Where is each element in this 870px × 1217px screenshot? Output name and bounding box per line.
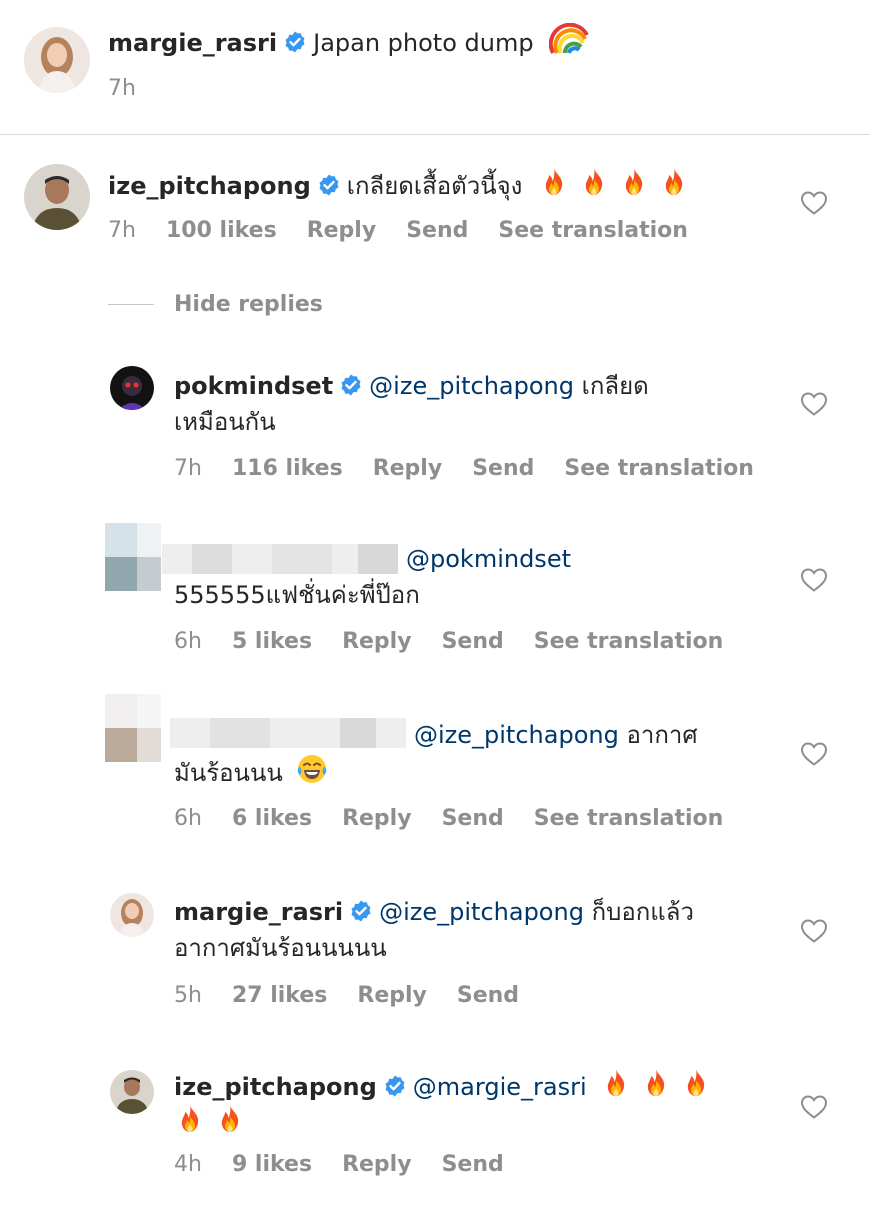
reply-text: margie_rasri @ize_pitchapong ก็บอกแล้ว bbox=[174, 894, 694, 930]
hide-replies-button[interactable]: Hide replies bbox=[174, 290, 323, 320]
reply-button[interactable]: Reply bbox=[342, 627, 412, 657]
likes-count[interactable]: 9 likes bbox=[232, 1150, 312, 1180]
reply-body: อากาศ bbox=[626, 721, 698, 749]
fire-emoji-icon bbox=[618, 166, 650, 198]
fire-emoji-icon bbox=[680, 1067, 712, 1099]
blurred-avatar bbox=[105, 694, 161, 762]
reply-text-line2: อากาศมันร้อนนนนน bbox=[174, 934, 387, 962]
verified-badge-icon bbox=[283, 30, 307, 54]
reply-time: 7h bbox=[174, 456, 202, 481]
fire-emoji-icon bbox=[658, 166, 690, 198]
comment-time: 7h bbox=[108, 218, 136, 243]
fire-emoji-icon bbox=[174, 1103, 206, 1135]
reply-text-line2: มันร้อนนน bbox=[174, 753, 336, 791]
hide-replies-line bbox=[108, 304, 154, 305]
reply-meta: 6h 5 likes Reply Send See translation bbox=[174, 627, 753, 657]
reply-username[interactable]: margie_rasri bbox=[174, 898, 343, 926]
send-button[interactable]: Send bbox=[442, 1150, 504, 1180]
comment-username[interactable]: ize_pitchapong bbox=[108, 172, 311, 200]
verified-badge-icon bbox=[339, 373, 363, 397]
post-author-username[interactable]: margie_rasri bbox=[108, 29, 277, 57]
reply-meta: 6h 6 likes Reply Send See translation bbox=[174, 804, 753, 834]
reply-avatar[interactable] bbox=[110, 366, 154, 410]
reply-time: 5h bbox=[174, 983, 202, 1008]
reply-text: ize_pitchapong @margie_rasri bbox=[174, 1067, 720, 1105]
reply-avatar[interactable] bbox=[110, 1070, 154, 1114]
fire-emoji-icon bbox=[214, 1103, 246, 1135]
likes-count[interactable]: 5 likes bbox=[232, 627, 312, 657]
verified-badge-icon bbox=[383, 1074, 407, 1098]
reply-text: @pokmindset bbox=[174, 541, 571, 577]
reply-button[interactable]: Reply bbox=[307, 216, 377, 246]
heart-icon[interactable] bbox=[800, 741, 828, 767]
reply-body-line2: มันร้อนนน bbox=[174, 759, 283, 787]
comment-avatar[interactable] bbox=[24, 164, 90, 230]
joy-emoji-icon bbox=[296, 753, 328, 785]
fire-emoji-icon bbox=[600, 1067, 632, 1099]
comment-body: เกลียดเสื้อตัวนี้จุง bbox=[346, 172, 523, 200]
mention-link[interactable]: @pokmindset bbox=[406, 545, 571, 573]
send-button[interactable]: Send bbox=[442, 627, 504, 657]
mention-link[interactable]: @margie_rasri bbox=[413, 1073, 587, 1101]
send-button[interactable]: Send bbox=[406, 216, 468, 246]
comment-text: ize_pitchapong เกลียดเสื้อตัวนี้จุง bbox=[108, 166, 698, 204]
see-translation-button[interactable]: See translation bbox=[534, 627, 724, 657]
send-button[interactable]: Send bbox=[457, 981, 519, 1011]
reply-text-line2: เหมือนกัน bbox=[174, 408, 276, 436]
reply-button[interactable]: Reply bbox=[342, 1150, 412, 1180]
fire-emoji-icon bbox=[578, 166, 610, 198]
reply-button[interactable]: Reply bbox=[342, 804, 412, 834]
reply-body: เกลียด bbox=[581, 372, 649, 400]
blurred-avatar bbox=[105, 523, 161, 591]
post-caption-text: Japan photo dump bbox=[313, 29, 534, 57]
reply-text: @ize_pitchapong อากาศ bbox=[174, 717, 698, 753]
fire-emoji-icon bbox=[538, 166, 570, 198]
reply-button[interactable]: Reply bbox=[357, 981, 427, 1011]
heart-icon[interactable] bbox=[800, 567, 828, 593]
heart-icon[interactable] bbox=[800, 918, 828, 944]
reply-body: ก็บอกแล้ว bbox=[591, 898, 694, 926]
likes-count[interactable]: 6 likes bbox=[232, 804, 312, 834]
comment-meta: 7h 100 likes Reply Send See translation bbox=[108, 216, 718, 246]
reply-meta: 7h 116 likes Reply Send See translation bbox=[174, 454, 784, 484]
likes-count[interactable]: 100 likes bbox=[166, 216, 277, 246]
reply-text-line2 bbox=[174, 1103, 254, 1141]
likes-count[interactable]: 27 likes bbox=[232, 981, 327, 1011]
heart-icon[interactable] bbox=[800, 391, 828, 417]
send-button[interactable]: Send bbox=[472, 454, 534, 484]
mention-link[interactable]: @ize_pitchapong bbox=[369, 372, 574, 400]
reply-text-line2: 555555แฟชั่นค่ะพี่ป๊อก bbox=[174, 581, 420, 609]
reply-meta: 4h 9 likes Reply Send bbox=[174, 1150, 534, 1180]
post-time: 7h bbox=[108, 76, 136, 101]
post-author-avatar[interactable] bbox=[24, 27, 90, 93]
verified-badge-icon bbox=[317, 173, 341, 197]
reply-time: 6h bbox=[174, 629, 202, 654]
fire-emoji-icon bbox=[640, 1067, 672, 1099]
rainbow-emoji-icon bbox=[549, 23, 589, 55]
post-meta: 7h bbox=[108, 74, 166, 104]
heart-icon[interactable] bbox=[800, 190, 828, 216]
reply-text: pokmindset @ize_pitchapong เกลียด bbox=[174, 368, 649, 404]
reply-time: 6h bbox=[174, 806, 202, 831]
see-translation-button[interactable]: See translation bbox=[498, 216, 688, 246]
reply-avatar[interactable] bbox=[110, 893, 154, 937]
heart-icon[interactable] bbox=[800, 1094, 828, 1120]
post-caption: margie_rasri Japan photo dump bbox=[108, 23, 597, 61]
send-button[interactable]: Send bbox=[442, 804, 504, 834]
divider bbox=[0, 134, 870, 135]
see-translation-button[interactable]: See translation bbox=[564, 454, 754, 484]
reply-meta: 5h 27 likes Reply Send bbox=[174, 981, 549, 1011]
reply-username[interactable]: ize_pitchapong bbox=[174, 1073, 377, 1101]
reply-button[interactable]: Reply bbox=[373, 454, 443, 484]
see-translation-button[interactable]: See translation bbox=[534, 804, 724, 834]
mention-link[interactable]: @ize_pitchapong bbox=[379, 898, 584, 926]
verified-badge-icon bbox=[349, 899, 373, 923]
reply-time: 4h bbox=[174, 1152, 202, 1177]
mention-link[interactable]: @ize_pitchapong bbox=[414, 721, 619, 749]
likes-count[interactable]: 116 likes bbox=[232, 454, 343, 484]
reply-username[interactable]: pokmindset bbox=[174, 372, 333, 400]
